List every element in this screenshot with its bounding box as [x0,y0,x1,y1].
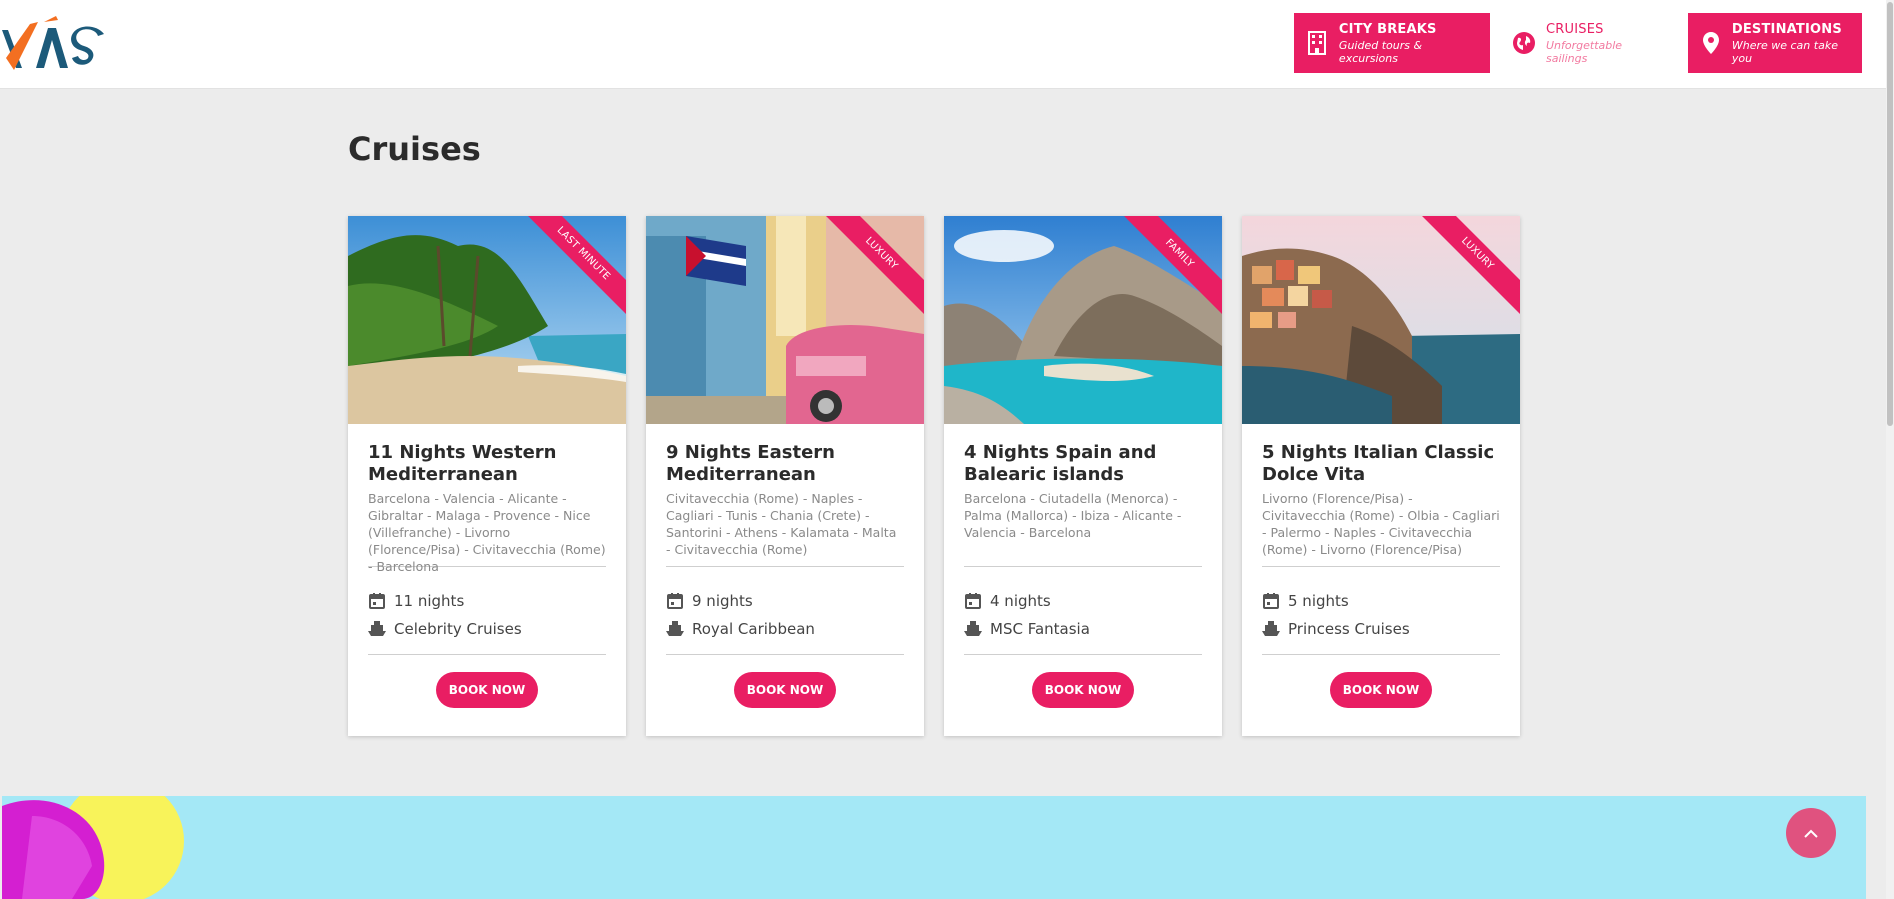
card-title[interactable]: 11 Nights Western Mediterranean [368,442,606,486]
cruise-line-label: Royal Caribbean [692,620,815,638]
nav-destinations[interactable]: DESTINATIONS Where we can take you [1688,13,1862,73]
nights-row: 9 nights [666,587,904,615]
site-header: CITY BREAKS Guided tours & excursions CR… [0,0,1886,89]
card-route: Barcelona - Ciutadella (Menorca) - Palma… [964,491,1182,540]
footer-banner [2,796,1866,899]
nights-label: 9 nights [692,592,753,610]
globe-icon [1512,31,1536,55]
page-title: Cruises [348,130,481,168]
chevron-up-icon [1804,824,1818,843]
back-to-top-button[interactable] [1786,808,1836,858]
card-image-havana-street[interactable]: LUXURY [646,216,924,424]
cruise-line-label: MSC Fantasia [990,620,1090,638]
nights-label: 5 nights [1288,592,1349,610]
scrollbar-thumb[interactable] [1887,2,1893,426]
nav-cruises-subtitle: Unforgettable sailings [1546,38,1623,65]
calendar-icon [964,592,982,610]
cruise-line-label: Celebrity Cruises [394,620,522,638]
book-now-button[interactable]: BOOK NOW [1032,672,1134,708]
card-route: Livorno (Florence/Pisa) - Civitavecchia … [1262,491,1500,557]
card-route: Barcelona - Valencia - Alicante - Gibral… [368,491,606,574]
ship-icon [964,620,982,638]
book-now-button[interactable]: BOOK NOW [1330,672,1432,708]
ship-icon [666,620,684,638]
vas-logo[interactable] [0,12,110,76]
ribbon-badge: LUXURY [824,216,924,316]
ship-icon [368,620,386,638]
cruise-cards: LAST MINUTE 11 Nights Western Mediterran… [348,216,1520,736]
cruise-line-row: Royal Caribbean [666,615,904,643]
nav-cruises-title: CRUISES [1546,21,1604,37]
card-title[interactable]: 9 Nights Eastern Mediterranean [666,442,904,486]
cruise-card: LAST MINUTE 11 Nights Western Mediterran… [348,216,626,736]
cruise-line-label: Princess Cruises [1288,620,1410,638]
nav-destinations-title: DESTINATIONS [1731,21,1842,37]
card-image-rocky-cove[interactable]: FAMILY [944,216,1222,424]
main-nav: CITY BREAKS Guided tours & excursions CR… [1294,13,1862,73]
nights-label: 4 nights [990,592,1051,610]
ship-icon [1262,620,1280,638]
ribbon-badge: LAST MINUTE [526,216,626,316]
nav-destinations-subtitle: Where we can take you [1731,38,1838,65]
nights-row: 5 nights [1262,587,1500,615]
nights-row: 11 nights [368,587,606,615]
page-scrollbar[interactable] [1886,0,1894,899]
decorative-shapes [2,796,184,899]
cruise-card: FAMILY 4 Nights Spain and Balearic islan… [944,216,1222,736]
nav-city-breaks-subtitle: Guided tours & excursions [1338,38,1423,65]
card-title[interactable]: 5 Nights Italian Classic Dolce Vita [1262,442,1500,486]
book-now-button[interactable]: BOOK NOW [734,672,836,708]
card-image-cliff-village[interactable]: LUXURY [1242,216,1520,424]
ribbon-badge: LUXURY [1420,216,1520,316]
book-now-button[interactable]: BOOK NOW [436,672,538,708]
card-route: Civitavecchia (Rome) - Naples - Cagliari… [666,491,897,557]
nav-city-breaks-title: CITY BREAKS [1338,21,1437,37]
card-image-tropical-beach[interactable]: LAST MINUTE [348,216,626,424]
calendar-icon [1262,592,1280,610]
nav-city-breaks[interactable]: CITY BREAKS Guided tours & excursions [1294,13,1490,73]
nav-cruises[interactable]: CRUISES Unforgettable sailings [1500,13,1678,73]
calendar-icon [666,592,684,610]
nights-label: 11 nights [394,592,465,610]
building-icon [1306,31,1329,55]
cruise-line-row: MSC Fantasia [964,615,1202,643]
card-title[interactable]: 4 Nights Spain and Balearic islands [964,442,1202,486]
cruise-line-row: Princess Cruises [1262,615,1500,643]
cruise-line-row: Celebrity Cruises [368,615,606,643]
ribbon-badge: FAMILY [1122,216,1222,316]
calendar-icon [368,592,386,610]
location-pin-icon [1700,31,1722,55]
cruise-card: LUXURY 5 Nights Italian Classic Dolce Vi… [1242,216,1520,736]
nights-row: 4 nights [964,587,1202,615]
cruise-card: LUXURY 9 Nights Eastern Mediterranean Ci… [646,216,924,736]
